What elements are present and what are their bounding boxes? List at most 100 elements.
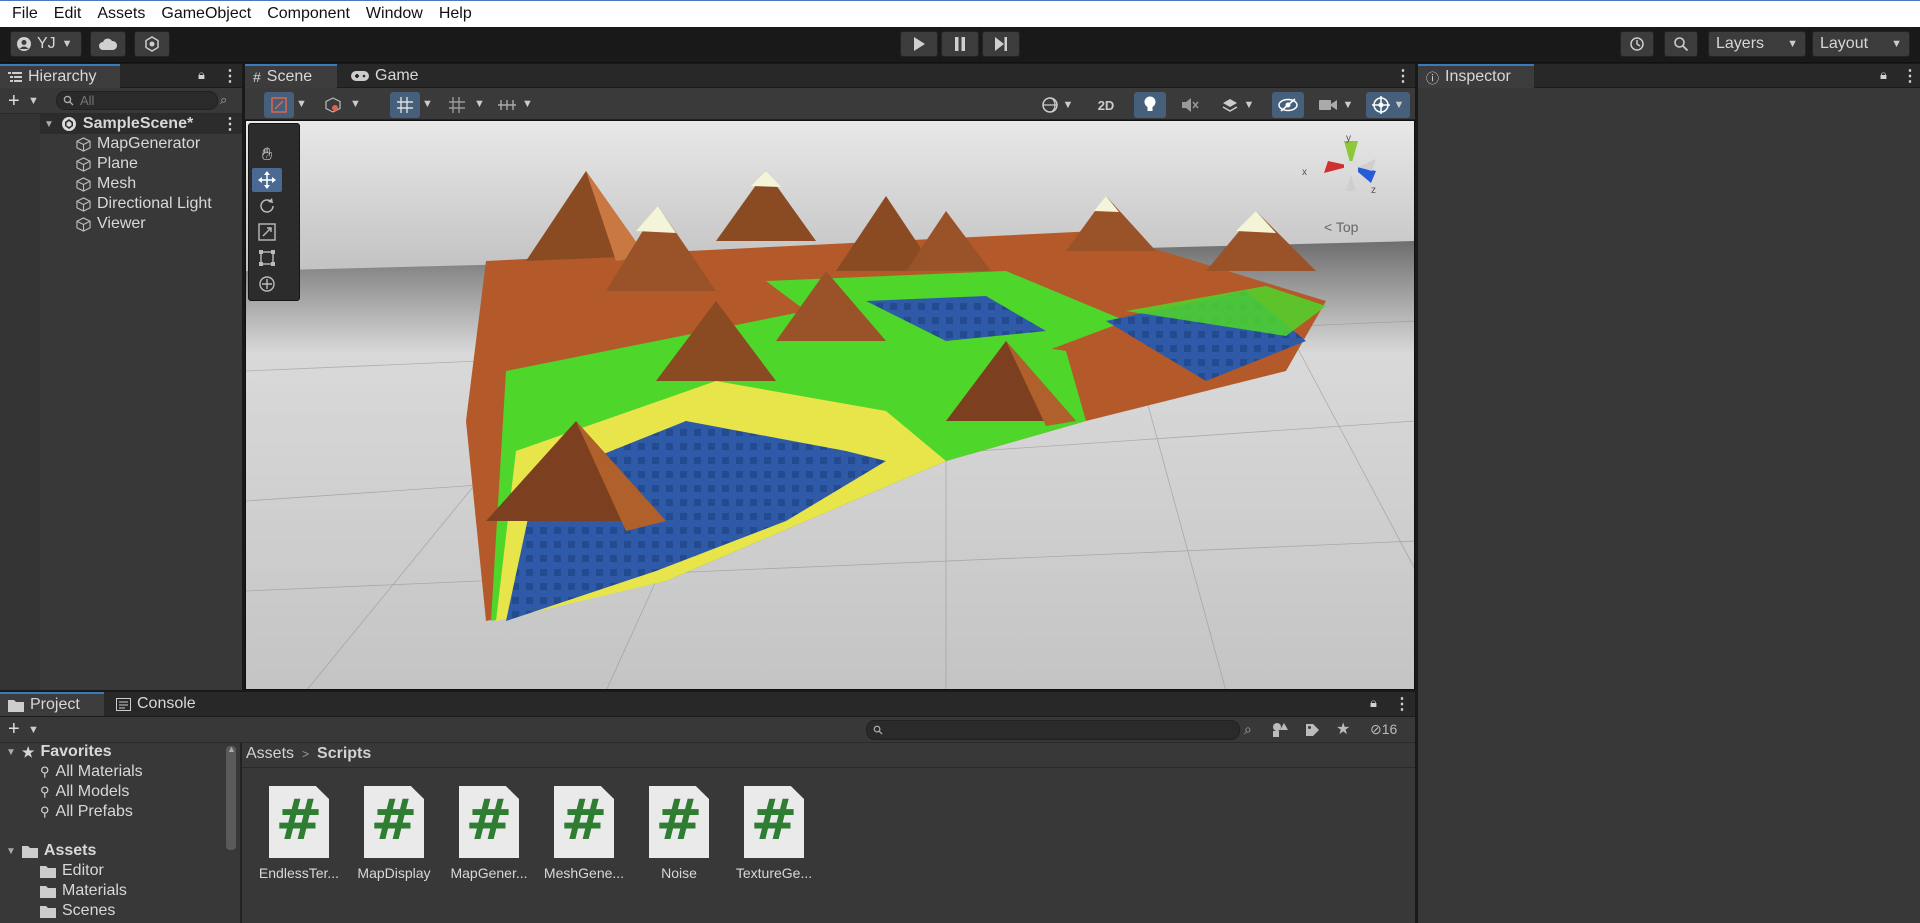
- play-button[interactable]: [900, 31, 938, 57]
- breadcrumb-root[interactable]: Assets: [246, 745, 294, 763]
- tab-console[interactable]: Console: [108, 692, 204, 716]
- hand-tool[interactable]: ✋︎: [252, 142, 282, 166]
- tab-game[interactable]: Game: [343, 64, 427, 88]
- menu-component[interactable]: Component: [259, 1, 358, 27]
- more-options-icon[interactable]: ⋮: [1394, 694, 1410, 714]
- hidden-packages-toggle[interactable]: ⊘16: [1370, 721, 1397, 738]
- gizmo-view-label[interactable]: < Top: [1324, 219, 1358, 235]
- gizmos-dropdown[interactable]: ▼: [1366, 92, 1410, 118]
- orientation-gizmo[interactable]: y x z < Top: [1286, 131, 1414, 241]
- tab-project[interactable]: Project: [0, 692, 104, 716]
- menu-window[interactable]: Window: [358, 1, 431, 27]
- chevron-down-icon[interactable]: ▼: [28, 95, 39, 107]
- tab-hierarchy[interactable]: Hierarchy: [0, 64, 120, 88]
- account-button[interactable]: YJ ▼: [10, 31, 82, 57]
- menu-file[interactable]: File: [4, 1, 46, 27]
- chevron-down-icon[interactable]: ▼: [422, 98, 433, 110]
- favorites-row[interactable]: ▼ ★ Favorites: [6, 742, 112, 762]
- script-asset[interactable]: # MapDisplay: [351, 786, 437, 886]
- script-asset[interactable]: # MapGener...: [446, 786, 532, 886]
- lock-icon[interactable]: 🔒︎: [1370, 695, 1377, 711]
- tab-inspector[interactable]: ⓘ Inspector: [1418, 64, 1534, 88]
- chevron-down-icon[interactable]: ▼: [522, 98, 533, 110]
- script-asset[interactable]: # Noise: [636, 786, 722, 886]
- expand-arrow-icon[interactable]: ▼: [6, 846, 16, 857]
- lock-icon[interactable]: 🔒︎: [198, 67, 205, 83]
- filter-type-icon[interactable]: [1272, 722, 1288, 738]
- favorite-item[interactable]: ⚲ All Models: [40, 782, 129, 802]
- audio-toggle[interactable]: [1174, 92, 1206, 118]
- rotate-tool[interactable]: [252, 194, 282, 218]
- search-by-type-icon[interactable]: ⌕: [1244, 721, 1252, 738]
- pause-button[interactable]: [941, 31, 979, 57]
- tool-handle-button[interactable]: [264, 92, 294, 118]
- menu-edit[interactable]: Edit: [46, 1, 90, 27]
- csharp-script-icon: #: [269, 786, 329, 858]
- expand-arrow-icon[interactable]: ▼: [44, 119, 54, 130]
- lock-icon[interactable]: 🔒︎: [1880, 67, 1887, 83]
- rect-tool[interactable]: [252, 246, 282, 270]
- grid-hash-icon: #: [253, 69, 261, 85]
- scale-tool[interactable]: [252, 220, 282, 244]
- more-options-icon[interactable]: ⋮: [1902, 66, 1918, 86]
- hierarchy-search[interactable]: [56, 91, 218, 110]
- layout-dropdown[interactable]: Layout ▼: [1812, 31, 1910, 57]
- project-search[interactable]: [866, 720, 1240, 740]
- chevron-down-icon[interactable]: ▼: [296, 98, 307, 110]
- toggle-2d-button[interactable]: 2D: [1086, 92, 1126, 118]
- effects-dropdown[interactable]: ▼: [1214, 92, 1262, 118]
- assets-row[interactable]: ▼ Assets: [6, 841, 96, 861]
- chevron-down-icon[interactable]: ▼: [474, 98, 485, 110]
- chevron-down-icon[interactable]: ▼: [350, 98, 361, 110]
- hierarchy-search-input[interactable]: [80, 93, 210, 108]
- collab-button[interactable]: [134, 31, 170, 57]
- script-asset[interactable]: # EndlessTer...: [256, 786, 342, 886]
- star-icon[interactable]: ★: [1336, 719, 1350, 739]
- add-icon[interactable]: +: [8, 718, 20, 741]
- info-icon: ⓘ: [1426, 70, 1440, 86]
- scene-more-icon[interactable]: ⋮: [222, 114, 238, 134]
- draw-mode-button[interactable]: ▼: [1034, 92, 1080, 118]
- more-options-icon[interactable]: ⋮: [1395, 66, 1411, 86]
- folder-item[interactable]: Materials: [40, 881, 127, 901]
- menu-help[interactable]: Help: [431, 1, 480, 27]
- move-tool[interactable]: [252, 168, 282, 192]
- increment-snap-button[interactable]: [492, 92, 522, 118]
- tab-scene[interactable]: # Scene: [245, 64, 337, 88]
- asset-label: MapGener...: [450, 865, 528, 881]
- scene-visibility-toggle[interactable]: [1272, 92, 1304, 118]
- step-button[interactable]: [982, 31, 1020, 57]
- tool-global-button[interactable]: [318, 92, 348, 118]
- script-asset[interactable]: # TextureGe...: [731, 786, 817, 886]
- search-button[interactable]: [1664, 31, 1698, 57]
- label-tag-icon[interactable]: [1304, 722, 1320, 738]
- scroll-up-icon[interactable]: ▲: [227, 744, 236, 754]
- grid-snap-button[interactable]: [390, 92, 420, 118]
- undo-history-button[interactable]: [1620, 31, 1654, 57]
- layers-dropdown[interactable]: Layers ▼: [1708, 31, 1806, 57]
- cloud-button[interactable]: [90, 31, 126, 57]
- inspector-tabbar: ⓘ Inspector 🔒︎ ⋮: [1418, 64, 1920, 88]
- camera-dropdown[interactable]: ▼: [1312, 92, 1360, 118]
- menu-gameobject[interactable]: GameObject: [153, 1, 259, 27]
- add-icon[interactable]: +: [8, 90, 20, 113]
- favorite-item[interactable]: ⚲ All Materials: [40, 762, 143, 782]
- lighting-toggle[interactable]: [1134, 92, 1166, 118]
- favorite-item[interactable]: ⚲ All Prefabs: [40, 802, 133, 822]
- pane-divider[interactable]: [240, 743, 242, 923]
- tree-scrollbar[interactable]: [226, 746, 236, 850]
- chevron-down-icon[interactable]: ▼: [28, 724, 39, 736]
- expand-arrow-icon[interactable]: ▼: [6, 747, 16, 758]
- more-options-icon[interactable]: ⋮: [222, 66, 238, 86]
- menu-assets[interactable]: Assets: [89, 1, 153, 27]
- breadcrumb-current[interactable]: Scripts: [317, 745, 371, 763]
- ruler-icon: [498, 100, 516, 110]
- search-options-icon[interactable]: ⌕: [220, 92, 227, 108]
- folder-item[interactable]: Editor: [40, 861, 104, 881]
- transform-tool[interactable]: [252, 272, 282, 296]
- gizmo-view-name: Top: [1335, 219, 1359, 235]
- scene-viewport[interactable]: y x z < Top: [245, 120, 1415, 690]
- folder-item[interactable]: Scenes: [40, 901, 115, 921]
- script-asset[interactable]: # MeshGene...: [541, 786, 627, 886]
- grid-visibility-button[interactable]: [442, 92, 472, 118]
